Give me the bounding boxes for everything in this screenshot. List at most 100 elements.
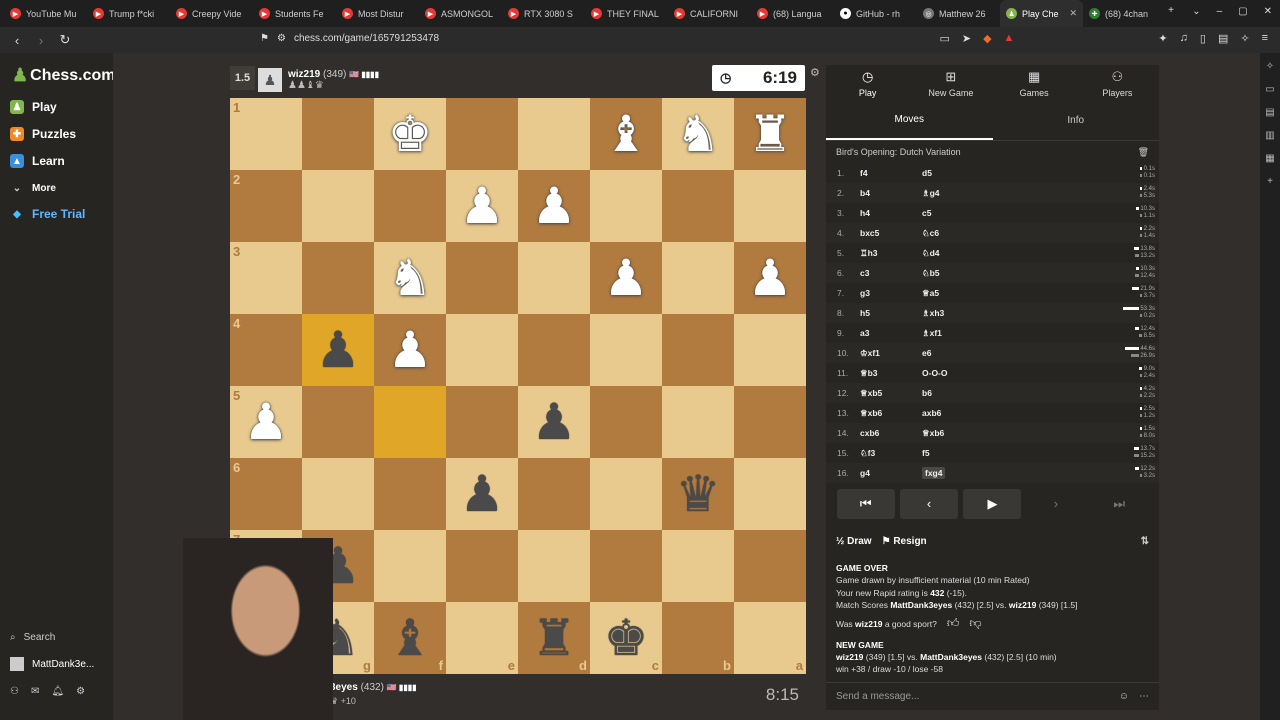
board-square[interactable] (734, 458, 806, 530)
browser-tab[interactable]: ▶ ASMONGOL (419, 0, 502, 27)
black-move[interactable]: ♘d4 (922, 248, 1052, 259)
board-square[interactable]: ♟ (374, 314, 446, 386)
black-move[interactable]: b6 (922, 388, 1052, 398)
board-square[interactable]: 6 (230, 458, 302, 530)
black-move[interactable]: c5 (922, 208, 1052, 218)
board-square[interactable]: ♛ (662, 458, 734, 530)
board-square[interactable]: ♟ (518, 386, 590, 458)
browser-tab[interactable]: ▶ Most Distur (336, 0, 419, 27)
white-piece[interactable]: ♟ (244, 397, 289, 447)
cast-icon[interactable]: ▭ (939, 32, 949, 45)
reload-icon[interactable]: ↻ (58, 32, 72, 48)
browser-tab[interactable]: ▶ RTX 3080 S (502, 0, 585, 27)
last-move-button[interactable]: ⏭ (1090, 489, 1148, 519)
board-square[interactable] (374, 386, 446, 458)
white-piece[interactable]: ♟ (604, 253, 649, 303)
thumbs-down-icon[interactable]: 👎︎ (969, 615, 981, 632)
white-move[interactable]: h4 (860, 208, 922, 218)
black-piece[interactable]: ♟ (460, 469, 505, 519)
white-move[interactable]: ♕b3 (860, 368, 922, 379)
black-piece[interactable]: ♝ (388, 613, 433, 663)
black-piece[interactable]: ♛ (676, 469, 721, 519)
board-square[interactable]: 2 (230, 170, 302, 242)
thumbs-up-icon[interactable]: 👍︎ (947, 615, 960, 632)
board-square[interactable]: ♞ (662, 98, 734, 170)
black-move[interactable]: d5 (922, 168, 1052, 178)
board-square[interactable] (302, 386, 374, 458)
board-square[interactable] (590, 458, 662, 530)
first-move-button[interactable]: ⏮ (836, 488, 895, 519)
board-square[interactable]: ♟ (734, 242, 806, 314)
white-piece[interactable]: ♝ (604, 109, 649, 159)
board-square[interactable] (662, 530, 734, 602)
board-square[interactable] (518, 98, 590, 170)
board-square[interactable]: d ♜ (518, 602, 590, 674)
play-moves-button[interactable]: ▶ (963, 488, 1022, 519)
leo-icon[interactable]: ✧ (1240, 32, 1249, 45)
white-move[interactable]: g4 (860, 468, 922, 478)
subtab-info[interactable]: Info (993, 101, 1160, 140)
black-piece[interactable]: ♟ (316, 325, 361, 375)
opponent-avatar[interactable]: ♟ (258, 68, 282, 92)
browser-tab[interactable]: ▶ THEY FINAL (585, 0, 668, 27)
opponent-name[interactable]: wiz219 (349) 🇺🇸 ▮▮▮▮ (288, 69, 379, 80)
white-piece[interactable]: ♟ (460, 181, 505, 231)
black-move[interactable]: ♗g4 (922, 188, 1052, 199)
board-square[interactable] (518, 242, 590, 314)
board-square[interactable]: 1 (230, 98, 302, 170)
board-square[interactable]: ♞ (374, 242, 446, 314)
trash-icon[interactable]: 🗑︎ (1138, 147, 1149, 158)
browser-tab[interactable]: ◎ Matthew 26 (917, 0, 1000, 27)
tab-players[interactable]: ⚇ Players (1076, 65, 1159, 101)
extensions-icon[interactable]: ✦ (1158, 32, 1167, 45)
new-game-players[interactable]: wiz219 (349) [1.5] vs. MattDank3eyes (43… (836, 651, 1149, 663)
browser-tab[interactable]: ▶ CALIFORNI (668, 0, 751, 27)
send-icon[interactable]: ➤ (962, 32, 971, 45)
board-square[interactable]: a (734, 602, 806, 674)
browser-tab[interactable]: ▶ (68) Langua (751, 0, 834, 27)
board-square[interactable] (302, 242, 374, 314)
flip-board-icon[interactable]: ⇅ (1141, 536, 1149, 547)
black-move[interactable]: fxg4 (922, 467, 1052, 479)
side-panel-icon[interactable]: ▭ (1265, 84, 1274, 95)
white-piece[interactable]: ♚ (388, 109, 433, 159)
board-square[interactable] (734, 170, 806, 242)
close-tab-icon[interactable]: ✕ (1069, 8, 1077, 19)
bookmark-icon[interactable]: ⚑ (260, 33, 269, 44)
black-move[interactable]: axb6 (922, 408, 1052, 418)
board-square[interactable]: ♟ (446, 170, 518, 242)
white-move[interactable]: ♖h3 (860, 248, 922, 259)
board-square[interactable] (374, 170, 446, 242)
black-move[interactable]: ♕a5 (922, 288, 1052, 299)
wallet-icon[interactable]: ▤ (1218, 32, 1228, 45)
white-piece[interactable]: ♞ (388, 253, 433, 303)
white-piece[interactable]: ♟ (532, 181, 577, 231)
rewards-icon[interactable]: ▲ (1004, 32, 1015, 45)
settings-icon[interactable]: ⚙ (76, 686, 85, 697)
white-move[interactable]: c3 (860, 268, 922, 278)
tab-play[interactable]: ◷ Play (826, 65, 909, 101)
back-icon[interactable]: ‹ (10, 33, 24, 48)
emoji-icon[interactable]: ☺ (1119, 691, 1129, 702)
board-square[interactable] (662, 314, 734, 386)
board-square[interactable] (734, 530, 806, 602)
board-square[interactable]: ♟ (518, 170, 590, 242)
next-move-button[interactable]: › (1027, 489, 1085, 519)
white-move[interactable]: h5 (860, 308, 922, 318)
white-move[interactable]: bxc5 (860, 228, 922, 238)
board-square[interactable] (446, 530, 518, 602)
browser-tab[interactable]: ✚ (68) 4chan (1083, 0, 1166, 27)
white-piece[interactable]: ♟ (388, 325, 433, 375)
browser-tab[interactable]: ▶ Creepy Vide (170, 0, 253, 27)
board-square[interactable]: e (446, 602, 518, 674)
messages-icon[interactable]: ✉ (31, 686, 39, 697)
board-square[interactable]: 4 (230, 314, 302, 386)
side-panel-icon[interactable]: ▤ (1265, 107, 1274, 118)
board-square[interactable]: b (662, 602, 734, 674)
board-square[interactable] (662, 170, 734, 242)
black-move[interactable]: ♗xf1 (922, 328, 1052, 339)
forward-icon[interactable]: › (34, 33, 48, 48)
board-square[interactable] (518, 314, 590, 386)
draw-button[interactable]: ½ Draw (836, 536, 872, 547)
board-square[interactable] (446, 386, 518, 458)
